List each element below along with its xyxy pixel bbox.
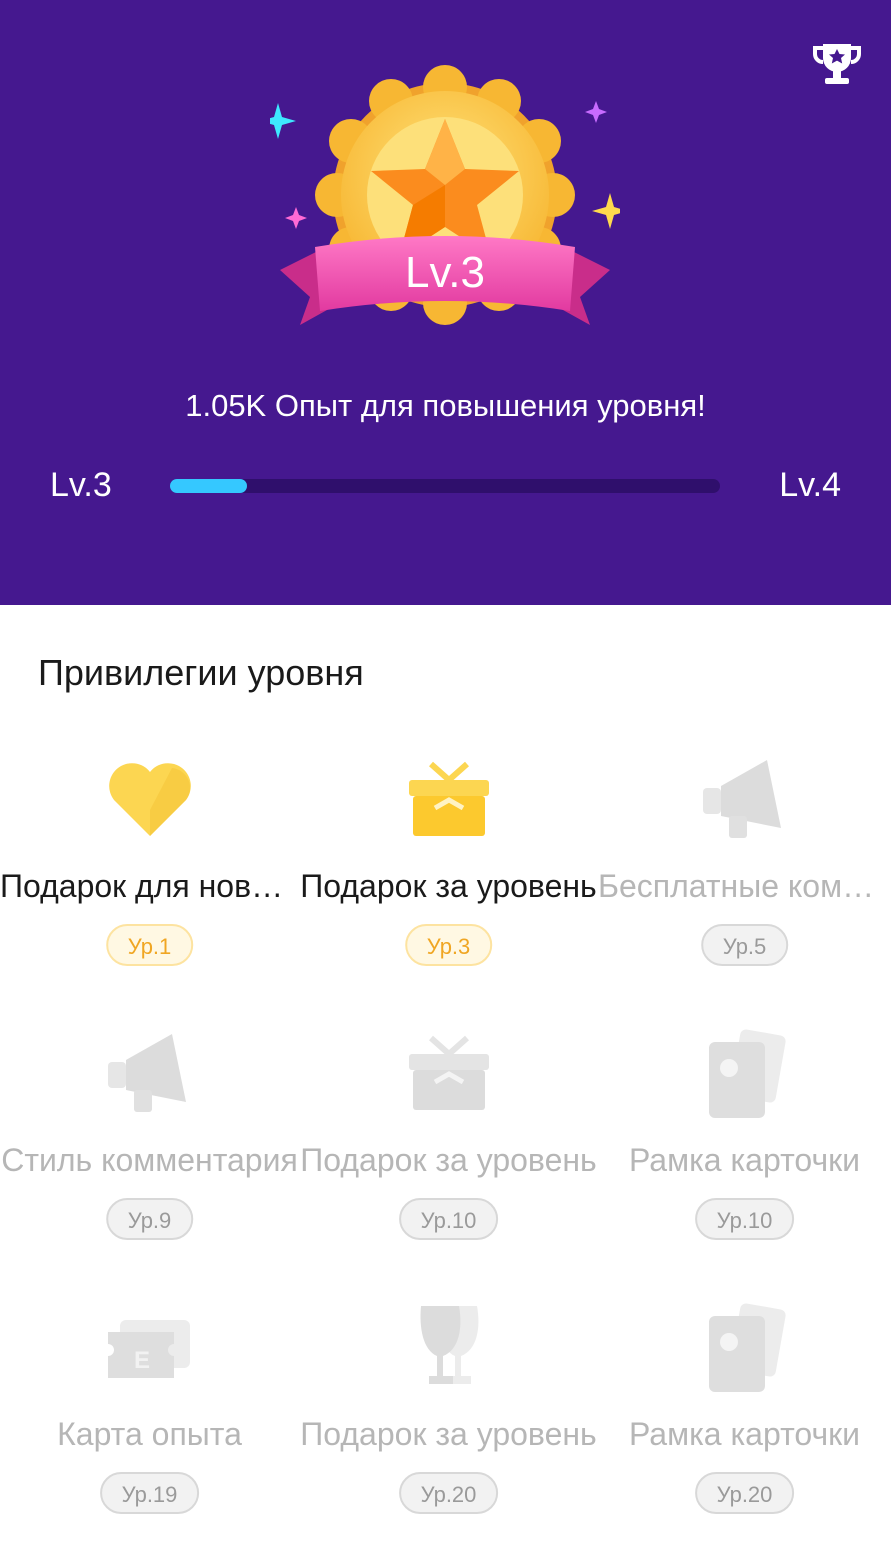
privilege-level-badge: Ур.10 (694, 1198, 795, 1240)
privilege-item[interactable]: Рамка карточки Ур.20 (598, 1288, 891, 1562)
gift-icon (408, 761, 489, 836)
card-frame-icon (708, 1029, 786, 1118)
privilege-label: Стиль комментария (1, 1142, 298, 1178)
privilege-item[interactable]: Подарок за уровень Ур.3 (299, 740, 598, 1014)
gift-icon (408, 1035, 489, 1110)
privilege-level-badge: Ур.20 (398, 1472, 499, 1514)
level-medal: Lv.3 (270, 65, 620, 325)
privilege-item[interactable]: Рамка карточки Ур.10 (598, 1014, 891, 1288)
privilege-label: Подарок для новичков (0, 868, 299, 904)
privilege-label: Карта опыта (57, 1416, 242, 1452)
privilege-level-badge: Ур.10 (398, 1198, 499, 1240)
privilege-item[interactable]: Подарок для новичков Ур.1 (0, 740, 299, 1014)
privilege-item[interactable]: E Карта опыта Ур.19 (0, 1288, 299, 1562)
privilege-level-badge: Ур.1 (105, 924, 194, 966)
level-progress-bar (170, 479, 720, 493)
privilege-item[interactable]: Подарок за уровень Ур.10 (299, 1014, 598, 1288)
privilege-item[interactable]: Бесплатные комментарии Ур.5 (598, 740, 891, 1014)
level-header: Lv.3 1.05K Опыт для повышения уровня! Lv… (0, 0, 891, 605)
level-progress-fill (170, 479, 247, 493)
privilege-level-badge: Ур.20 (694, 1472, 795, 1514)
privilege-label: Бесплатные комментарии (598, 868, 891, 904)
megaphone-icon (107, 1034, 186, 1112)
privileges-grid: Подарок для новичков Ур.1 Подарок за уро… (0, 740, 891, 1562)
privilege-level-badge: Ур.9 (105, 1198, 194, 1240)
trophy-button[interactable] (811, 38, 863, 90)
medal-level-text: Lv.3 (405, 248, 485, 297)
privilege-level-badge: Ур.5 (700, 924, 789, 966)
privilege-label: Подарок за уровень (300, 1142, 597, 1178)
trophy-icon (813, 44, 861, 84)
privilege-label: Рамка карточки (629, 1142, 860, 1178)
privilege-label: Подарок за уровень (300, 1416, 597, 1452)
svg-text:E: E (134, 1347, 150, 1374)
sparkle-icon (270, 103, 296, 139)
goblet-icon (420, 1306, 478, 1384)
privilege-item[interactable]: Стиль комментария Ур.9 (0, 1014, 299, 1288)
privilege-level-badge: Ур.3 (404, 924, 493, 966)
privilege-label: Подарок за уровень (300, 868, 597, 904)
next-level-label: Lv.4 (779, 466, 841, 504)
xp-needed-text: 1.05K Опыт для повышения уровня! (185, 388, 706, 423)
current-level-label: Lv.3 (50, 466, 112, 504)
card-frame-icon (708, 1303, 786, 1392)
heart-icon (108, 763, 191, 836)
privilege-label: Рамка карточки (629, 1416, 860, 1452)
privilege-level-badge: Ур.19 (99, 1472, 200, 1514)
privileges-section-title: Привилегии уровня (38, 652, 364, 693)
privilege-item[interactable]: Подарок за уровень Ур.20 (299, 1288, 598, 1562)
exp-ticket-icon: E (107, 1320, 190, 1378)
megaphone-icon (702, 760, 781, 838)
